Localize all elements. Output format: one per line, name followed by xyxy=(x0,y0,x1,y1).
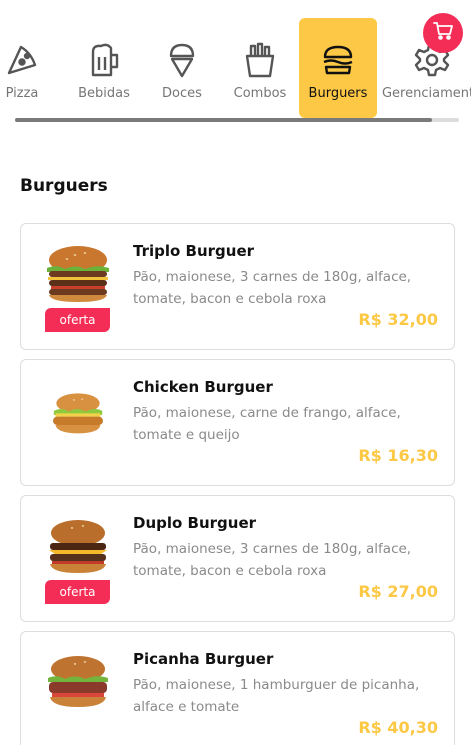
offer-badge: oferta xyxy=(45,308,110,332)
product-card[interactable]: oferta Duplo Burguer Pão, maionese, 3 ca… xyxy=(20,495,455,622)
tab-label: Bebidas xyxy=(78,86,130,101)
product-name: Picanha Burguer xyxy=(133,650,274,668)
beer-mug-icon xyxy=(84,40,124,80)
tab-label: Burguers xyxy=(308,86,368,101)
product-image xyxy=(48,656,108,707)
product-description: Pão, maionese, carne de frango, alface, … xyxy=(133,405,401,443)
product-description: Pão, maionese, 3 carnes de 180g, alface,… xyxy=(133,541,412,579)
product-price: R$ 40,30 xyxy=(358,718,438,737)
category-scrollbar[interactable] xyxy=(15,118,459,122)
offer-badge: oferta xyxy=(45,580,110,604)
tab-label: Pizza xyxy=(5,86,39,101)
tab-bebidas[interactable]: Bebidas xyxy=(66,18,142,118)
pizza-icon xyxy=(2,40,42,80)
cart-button[interactable] xyxy=(423,13,463,53)
category-bar: Pizza Bebidas Doces Combos Burguers Gere… xyxy=(0,0,471,130)
product-image xyxy=(49,520,107,573)
product-description: Pão, maionese, 3 carnes de 180g, alface,… xyxy=(133,269,412,307)
product-name: Chicken Burguer xyxy=(133,378,273,396)
product-price: R$ 27,00 xyxy=(358,582,438,601)
product-name: Duplo Burguer xyxy=(133,514,257,532)
ice-cream-icon xyxy=(162,40,202,80)
product-card[interactable]: Picanha Burguer Pão, maionese, 1 hamburg… xyxy=(20,631,455,745)
product-price: R$ 32,00 xyxy=(358,310,438,329)
product-card[interactable]: Chicken Burguer Pão, maionese, carne de … xyxy=(20,359,455,486)
product-card[interactable]: oferta Triplo Burguer Pão, maionese, 3 c… xyxy=(20,223,455,350)
tab-burguers[interactable]: Burguers xyxy=(299,18,377,118)
tab-label: Gerenciamento xyxy=(381,86,471,101)
tab-label: Doces xyxy=(162,86,202,101)
tab-combos[interactable]: Combos xyxy=(224,18,296,118)
section-title: Burguers xyxy=(20,176,108,196)
tab-label: Combos xyxy=(233,86,287,101)
product-image xyxy=(47,246,109,302)
product-name: Triplo Burguer xyxy=(133,242,255,260)
cart-icon xyxy=(433,22,453,44)
scrollbar-thumb[interactable] xyxy=(15,118,432,122)
product-image xyxy=(53,393,103,434)
tab-pizza[interactable]: Pizza xyxy=(0,18,54,118)
product-price: R$ 16,30 xyxy=(358,446,438,465)
fries-icon xyxy=(240,40,280,80)
product-description: Pão, maionese, 1 hamburguer de picanha, … xyxy=(133,677,420,715)
tab-doces[interactable]: Doces xyxy=(148,18,216,118)
burger-icon xyxy=(318,40,358,80)
